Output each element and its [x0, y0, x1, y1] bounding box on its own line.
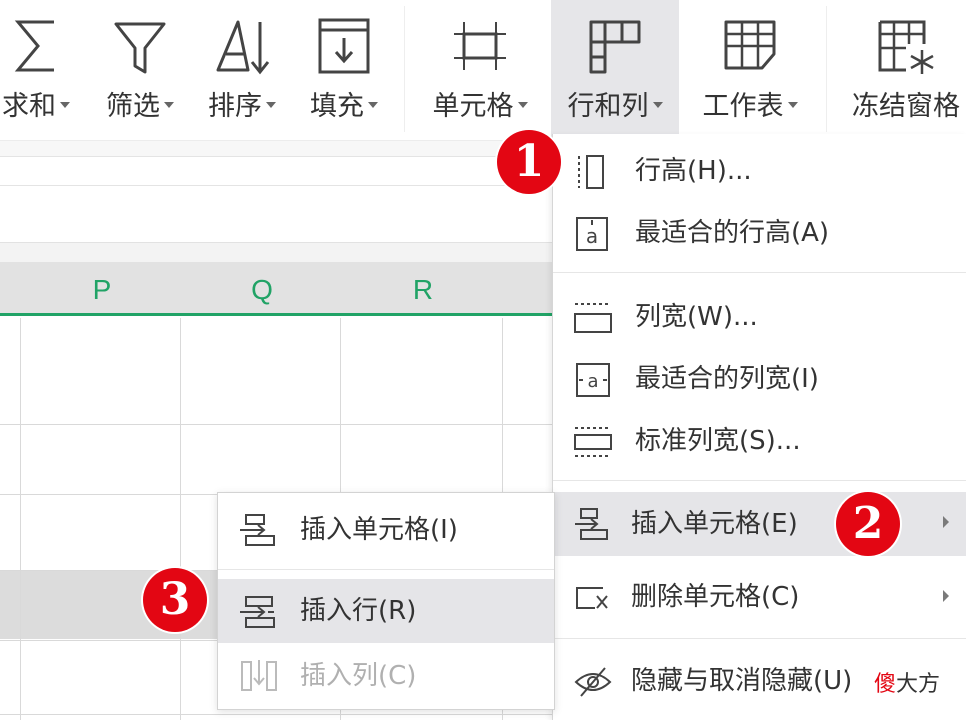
- column-header-p[interactable]: P: [22, 262, 182, 314]
- step-badge-2: 2: [836, 492, 900, 556]
- submenu-item-label: 插入行(R): [300, 596, 417, 626]
- autofit-column-width-icon: a: [573, 362, 613, 398]
- freeze-panes-button[interactable]: 冻结窗格: [836, 0, 966, 140]
- filter-button[interactable]: 筛选: [94, 0, 186, 140]
- sigma-icon: [6, 14, 66, 78]
- caret-down-icon: [266, 101, 276, 108]
- menu-item-label: 标准列宽(S)...: [635, 426, 801, 456]
- cell-icon: [450, 14, 510, 78]
- submenu-item-label: 插入列(C): [300, 661, 417, 691]
- sum-label: 求和: [2, 91, 56, 122]
- row-column-button[interactable]: 行和列: [551, 0, 679, 140]
- fill-button[interactable]: 填充: [296, 0, 392, 140]
- column-width-icon: [573, 300, 613, 336]
- ribbon-toolbar: 求和 筛选 排序 填充 单元格 行和列 工作表 冻结窗格: [0, 0, 966, 140]
- menu-item-label: 最适合的列宽(I): [635, 364, 819, 394]
- cell-button[interactable]: 单元格: [418, 0, 542, 140]
- menu-item-standard-column-width[interactable]: 标准列宽(S)...: [553, 410, 966, 472]
- column-header-q[interactable]: Q: [182, 262, 342, 314]
- step-badge-1: 1: [497, 130, 561, 194]
- menu-item-label: 插入单元格(E): [631, 509, 798, 539]
- row-column-label: 行和列: [567, 91, 649, 122]
- sort-label: 排序: [208, 91, 262, 122]
- watermark-part2: 大方: [896, 672, 941, 697]
- sheet-divider: [0, 242, 560, 262]
- watermark-part1: 傻: [874, 672, 897, 697]
- column-header-r[interactable]: R: [342, 262, 504, 314]
- toolbar-strip: [0, 140, 560, 156]
- submenu-item-label: 插入单元格(I): [300, 515, 458, 545]
- autofit-row-height-icon: a: [573, 216, 613, 252]
- row-column-menu: 行高(H)... a 最适合的行高(A) 列宽(W)... a 最适合的列宽(I…: [552, 134, 966, 720]
- caret-down-icon: [164, 101, 174, 108]
- submenu-item-insert-row[interactable]: 插入行(R): [218, 579, 554, 643]
- formula-area: [0, 186, 560, 242]
- caret-down-icon: [368, 101, 378, 108]
- column-header-row: P Q R: [0, 262, 560, 316]
- menu-item-label: 隐藏与取消隐藏(U): [631, 666, 853, 696]
- worksheet-icon: [720, 14, 780, 78]
- caret-down-icon: [60, 101, 70, 108]
- step-badge-3: 3: [143, 568, 207, 632]
- funnel-icon: [110, 14, 170, 78]
- sum-button[interactable]: 求和: [0, 0, 82, 140]
- ribbon-divider: [404, 6, 405, 132]
- menu-item-label: 行高(H)...: [635, 156, 752, 186]
- insert-row-icon: [238, 594, 280, 630]
- row-height-icon: [573, 154, 613, 190]
- submenu-item-insert-column: 插入列(C): [218, 643, 554, 709]
- cell-label: 单元格: [432, 91, 514, 122]
- menu-item-delete-cells[interactable]: 删除单元格(C): [553, 566, 966, 628]
- caret-down-icon: [652, 101, 663, 108]
- worksheet-label: 工作表: [702, 91, 784, 122]
- insert-column-icon: [238, 658, 280, 694]
- svg-text:a: a: [587, 371, 598, 392]
- menu-item-label: 删除单元格(C): [631, 582, 800, 612]
- insert-cells-icon: [573, 506, 613, 542]
- fill-down-icon: [314, 14, 374, 78]
- filter-label: 筛选: [106, 91, 160, 122]
- hide-eye-icon: [573, 664, 613, 700]
- sort-icon: [212, 14, 272, 78]
- menu-item-row-height[interactable]: 行高(H)...: [553, 140, 966, 202]
- delete-cells-icon: [573, 580, 613, 616]
- row-column-icon: [585, 14, 645, 78]
- freeze-panes-label: 冻结窗格: [852, 91, 960, 122]
- ribbon-divider: [826, 6, 827, 132]
- submenu-item-insert-cells[interactable]: 插入单元格(I): [218, 497, 554, 563]
- formula-bar[interactable]: [0, 156, 560, 186]
- menu-item-label: 列宽(W)...: [635, 302, 758, 332]
- freeze-panes-icon: [876, 14, 936, 78]
- standard-column-width-icon: [573, 424, 613, 460]
- menu-item-label: 最适合的行高(A): [635, 218, 830, 248]
- caret-down-icon: [787, 101, 798, 108]
- chevron-right-icon: [943, 516, 949, 528]
- fill-label: 填充: [310, 91, 364, 122]
- svg-text:a: a: [586, 224, 598, 248]
- caret-down-icon: [517, 101, 528, 108]
- insert-cells-icon: [238, 512, 280, 548]
- worksheet-button[interactable]: 工作表: [690, 0, 810, 140]
- menu-item-autofit-row-height[interactable]: a 最适合的行高(A): [553, 202, 966, 264]
- watermark: 傻大方: [874, 666, 940, 698]
- menu-item-autofit-column-width[interactable]: a 最适合的列宽(I): [553, 348, 966, 410]
- insert-cells-submenu: 插入单元格(I) 插入行(R) 插入列(C): [217, 492, 555, 710]
- sort-button[interactable]: 排序: [196, 0, 288, 140]
- menu-item-column-width[interactable]: 列宽(W)...: [553, 286, 966, 348]
- chevron-right-icon: [943, 590, 949, 602]
- menu-item-insert-cells[interactable]: 插入单元格(E): [553, 492, 966, 556]
